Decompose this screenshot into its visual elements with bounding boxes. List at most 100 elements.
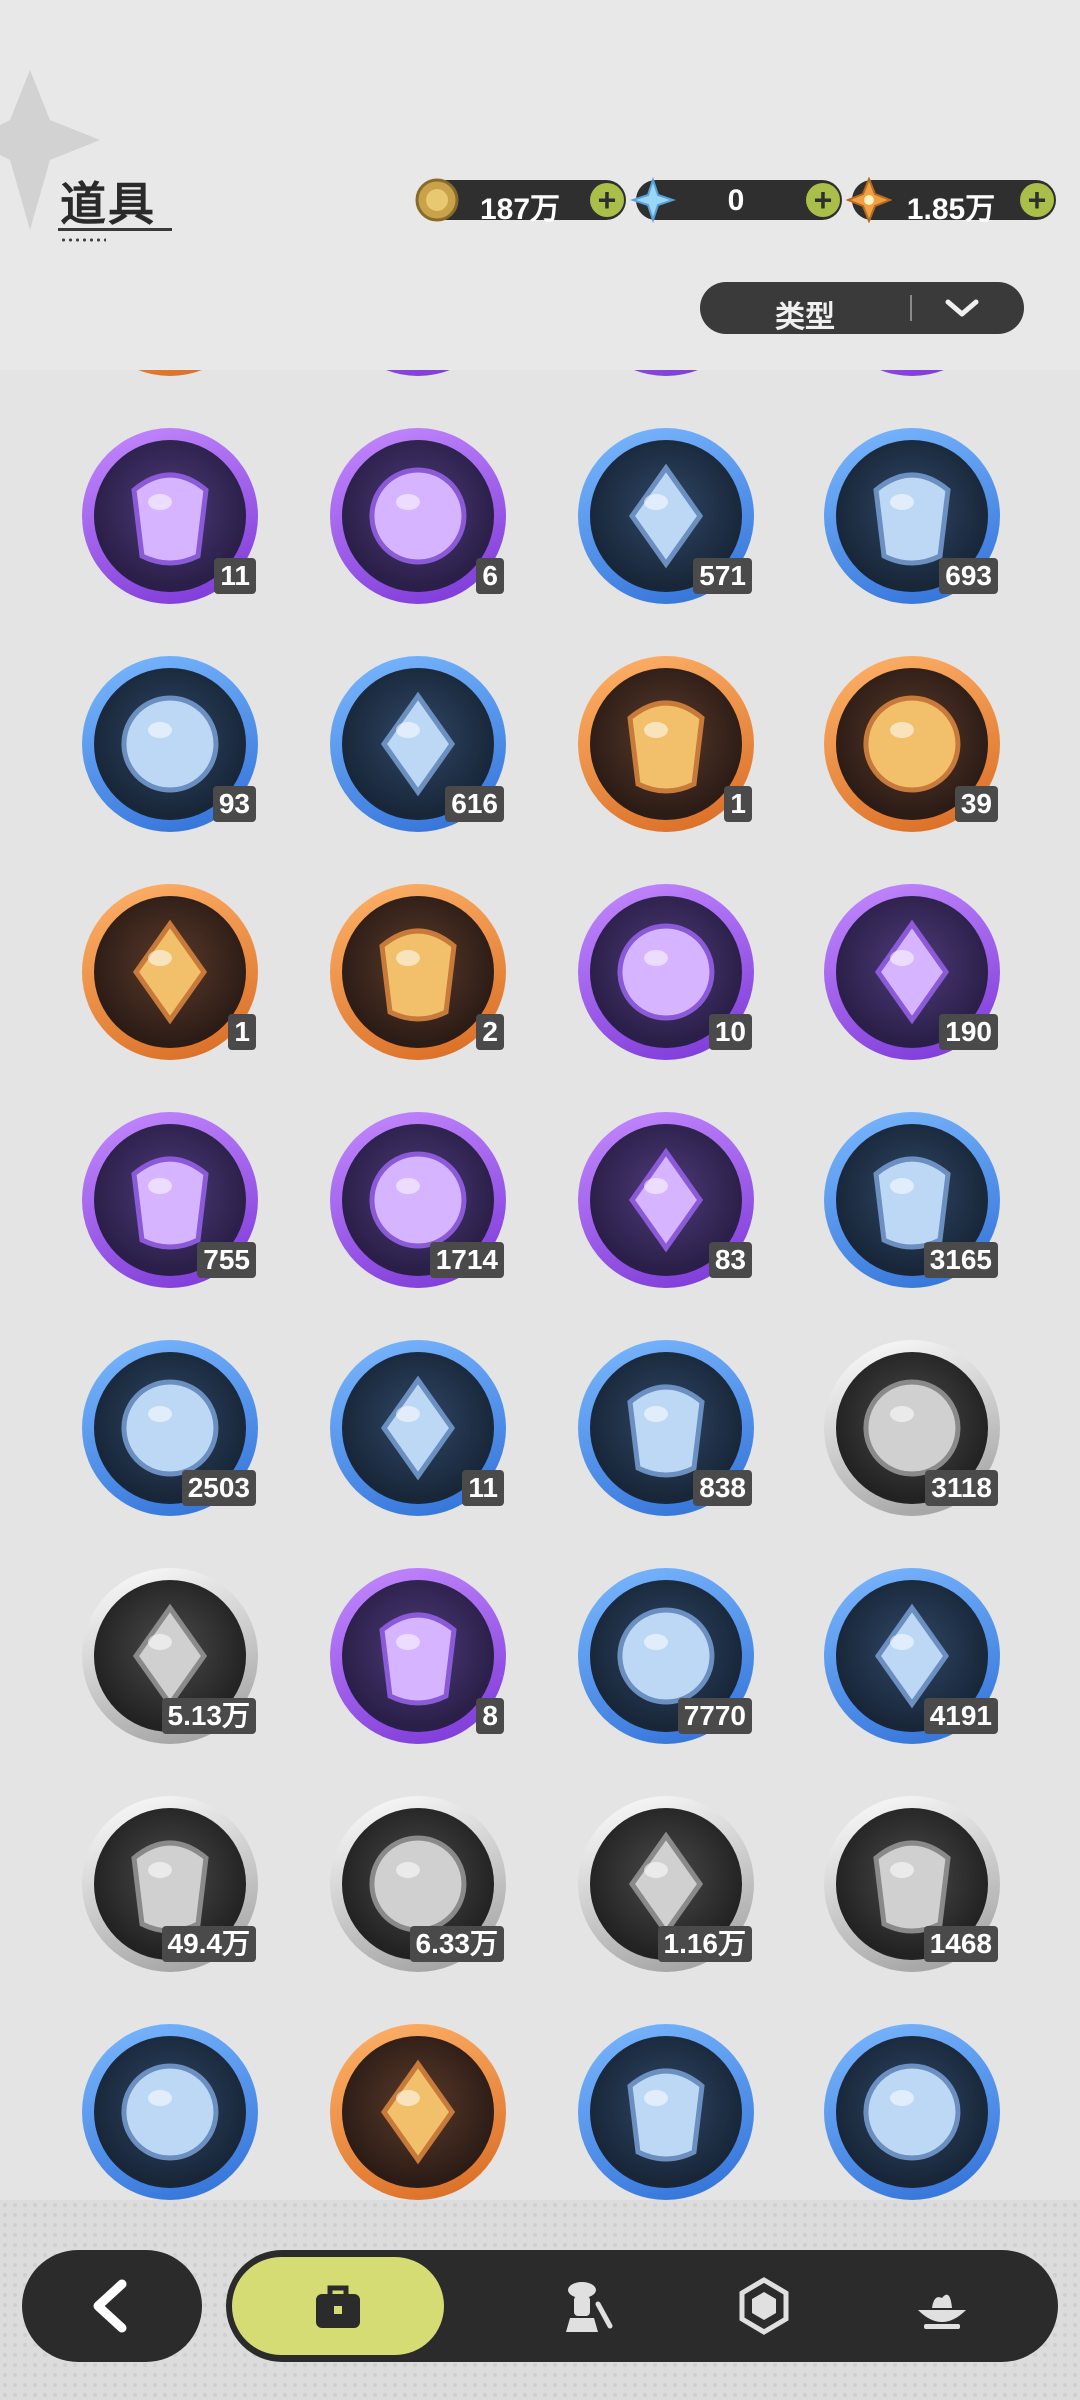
item-count: 5.13万	[161, 1698, 256, 1734]
tab-food[interactable]	[842, 2250, 1042, 2362]
inventory-item[interactable]: 2	[330, 884, 506, 1060]
inventory-item[interactable]: 1	[578, 656, 754, 832]
forest-card-icon	[863, 2063, 961, 2161]
inventory-item[interactable]: 83	[578, 1112, 754, 1288]
inventory-item[interactable]: 11	[82, 428, 258, 604]
inventory-item[interactable]: 93	[82, 656, 258, 832]
inventory-item[interactable]: 39	[824, 656, 1000, 832]
bag-icon	[316, 2285, 360, 2328]
currency-star-gem: 1.85万 +	[846, 177, 1056, 226]
item-grid: 9 7 1 3 11 6 571 693 93 616 1 39 1 2 10 190 755 1714 83 316…	[0, 370, 1080, 2200]
item-count: 11	[214, 558, 256, 594]
inventory-item[interactable]: 693	[824, 428, 1000, 604]
inventory-item[interactable]: 8	[330, 1568, 506, 1744]
inventory-item[interactable]: 10	[578, 884, 754, 1060]
rarity-ring	[824, 370, 1000, 376]
inventory-item[interactable]: 7	[330, 370, 506, 376]
inventory-item[interactable]: 190	[824, 884, 1000, 1060]
tab-items[interactable]	[232, 2257, 444, 2355]
item-count: 11	[462, 1470, 504, 1506]
inventory-item[interactable]: 5.13万	[82, 1568, 258, 1744]
inventory-item[interactable]: 755	[82, 1112, 258, 1288]
title-underline	[58, 228, 172, 231]
inventory-item[interactable]	[824, 2024, 1000, 2200]
item-count: 1.16万	[657, 1926, 752, 1962]
page-header: 道具 187万 + 0 + 1.85万 + 类型	[0, 0, 1080, 370]
inventory-item[interactable]: 1714	[330, 1112, 506, 1288]
rarity-ring	[330, 370, 506, 376]
item-count: 693	[939, 558, 998, 594]
item-count: 39	[954, 786, 998, 822]
item-count: 1714	[429, 1242, 504, 1278]
inventory-item[interactable]: 1	[82, 884, 258, 1060]
inventory-item[interactable]	[330, 2024, 506, 2200]
inventory-item[interactable]: 1468	[824, 1796, 1000, 1972]
tab-character[interactable]	[486, 2250, 686, 2362]
rarity-ring	[578, 370, 754, 376]
type-filter-label: 类型	[775, 301, 835, 334]
inventory-item[interactable]: 6.33万	[330, 1796, 506, 1972]
inventory-item[interactable]: 1.16万	[578, 1796, 754, 1972]
item-count: 6.33万	[409, 1926, 504, 1962]
mora-coin-icon	[415, 178, 459, 222]
inventory-item[interactable]: 3118	[824, 1340, 1000, 1516]
item-count: 1468	[923, 1926, 998, 1962]
inventory-item[interactable]: 7770	[578, 1568, 754, 1744]
inventory-item[interactable]	[578, 2024, 754, 2200]
chevron-left-icon	[93, 2279, 127, 2333]
inventory-item[interactable]: 1	[578, 370, 754, 376]
potion-icon	[627, 700, 705, 794]
gem-icon	[739, 2277, 789, 2335]
cup-icon	[627, 2068, 705, 2162]
item-count: 83	[708, 1242, 752, 1278]
star-gem-icon	[846, 177, 892, 223]
inventory-item[interactable]: 4191	[824, 1568, 1000, 1744]
item-count: 4191	[923, 1698, 998, 1734]
crystal-icon	[630, 177, 676, 223]
item-count: 616	[445, 786, 504, 822]
add-currency-button[interactable]: +	[590, 183, 624, 217]
chevron-down-icon	[945, 299, 979, 317]
inventory-item[interactable]: 3	[824, 370, 1000, 376]
add-currency-button[interactable]: +	[1020, 183, 1054, 217]
rarity-ring	[82, 370, 258, 376]
currency-value: 0	[727, 184, 745, 217]
item-count: 3118	[925, 1470, 998, 1506]
item-count: 755	[197, 1242, 256, 1278]
rainbow-ticket-icon	[379, 928, 457, 1022]
item-count: 2	[476, 1014, 504, 1050]
inventory-item[interactable]	[82, 2024, 258, 2200]
inventory-item[interactable]: 49.4万	[82, 1796, 258, 1972]
item-count: 838	[693, 1470, 752, 1506]
title-dots	[60, 238, 106, 242]
add-currency-button[interactable]: +	[806, 183, 840, 217]
item-count: 49.4万	[161, 1926, 256, 1962]
page-title: 道具	[60, 178, 156, 230]
item-count: 571	[693, 558, 752, 594]
item-count: 93	[212, 786, 256, 822]
currency-mora: 187万 +	[415, 178, 626, 226]
inventory-item[interactable]: 3165	[824, 1112, 1000, 1288]
inventory-item[interactable]: 9	[82, 370, 258, 376]
inventory-item[interactable]: 571	[578, 428, 754, 604]
inventory-item[interactable]: 616	[330, 656, 506, 832]
apple-icon	[369, 467, 467, 565]
item-count: 2503	[181, 1470, 256, 1506]
food-icon	[918, 2294, 966, 2329]
currency-value: 1.85万	[906, 193, 996, 226]
tab-gems[interactable]	[664, 2250, 864, 2362]
inventory-item[interactable]: 2503	[82, 1340, 258, 1516]
type-filter-dropdown[interactable]: 类型	[700, 282, 1024, 334]
currency-crystal: 0 +	[630, 177, 842, 223]
character-icon	[566, 2282, 613, 2332]
inventory-item[interactable]: 11	[330, 1340, 506, 1516]
item-count: 10	[708, 1014, 752, 1050]
inventory-item[interactable]: 6	[330, 428, 506, 604]
ticket-wheel-icon	[132, 919, 208, 1025]
item-count: 190	[939, 1014, 998, 1050]
inventory-item[interactable]: 838	[578, 1340, 754, 1516]
divider	[910, 295, 912, 321]
back-button[interactable]	[22, 2250, 202, 2362]
diamond-icon	[380, 2059, 456, 2165]
item-count: 1	[228, 1014, 256, 1050]
